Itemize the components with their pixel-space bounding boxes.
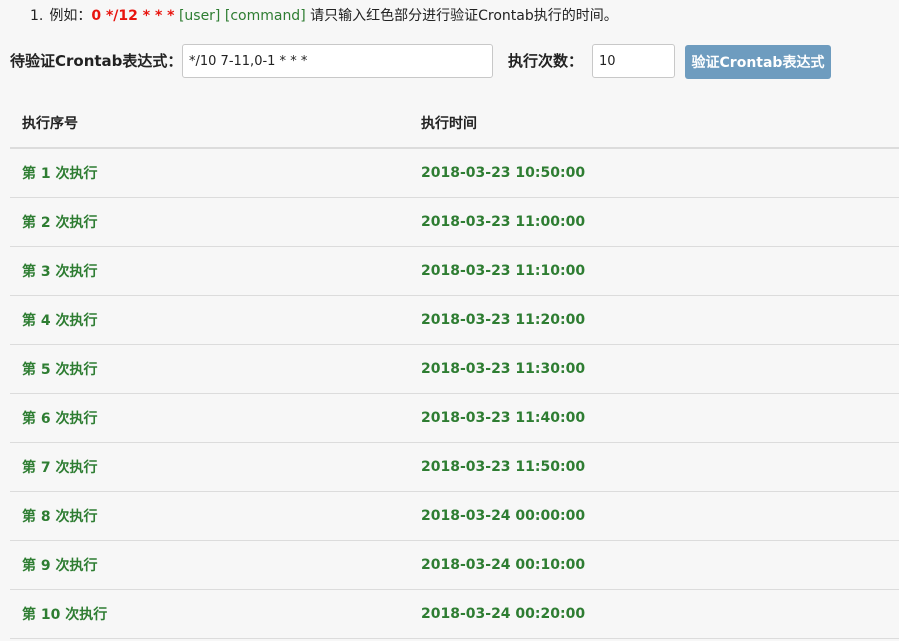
table-row: 第 5 次执行 2018-03-23 11:30:00 [10,344,899,394]
row-sequence: 第 9 次执行 [10,540,409,590]
row-time: 2018-03-23 11:10:00 [409,246,899,296]
table-row: 第 8 次执行 2018-03-24 00:00:00 [10,491,899,541]
row-time: 2018-03-23 10:50:00 [409,148,899,198]
row-time: 2018-03-24 00:00:00 [409,491,899,541]
table-row: 第 3 次执行 2018-03-23 11:10:00 [10,246,899,296]
hint-user: [user] [178,8,221,24]
table-row: 第 9 次执行 2018-03-24 00:10:00 [10,540,899,590]
expression-label: 待验证Crontab表达式： [10,52,183,70]
validate-crontab-button[interactable]: 验证Crontab表达式 [685,45,831,79]
row-sequence: 第 2 次执行 [10,197,409,247]
execution-count-label: 执行次数： [508,52,584,70]
row-sequence: 第 10 次执行 [10,589,409,639]
row-time: 2018-03-24 00:10:00 [409,540,899,590]
crontab-validator-page: 1. 例如：0 */12 * * * [user] [command] 请只输入红… [0,0,899,641]
row-time: 2018-03-23 11:50:00 [409,442,899,492]
hint-suffix: 请只输入红色部分进行验证Crontab执行的时间。 [310,8,618,24]
validate-form: 待验证Crontab表达式： 执行次数： 验证Crontab表达式 [10,44,890,80]
example-hint: 1. 例如：0 */12 * * * [user] [command] 请只输入红… [30,5,618,27]
table-row: 第 1 次执行 2018-03-23 10:50:00 [10,148,899,198]
row-time: 2018-03-23 11:30:00 [409,344,899,394]
row-time: 2018-03-24 00:20:00 [409,589,899,639]
table-row: 第 7 次执行 2018-03-23 11:50:00 [10,442,899,492]
column-header-time: 执行时间 [409,99,899,149]
crontab-expression-input[interactable] [182,44,493,78]
row-sequence: 第 4 次执行 [10,295,409,345]
table-row: 第 4 次执行 2018-03-23 11:20:00 [10,295,899,345]
row-sequence: 第 8 次执行 [10,491,409,541]
hint-command: [command] [224,8,306,24]
table-header-row: 执行序号 执行时间 [10,99,899,149]
row-time: 2018-03-23 11:40:00 [409,393,899,443]
execution-count-input[interactable] [592,44,675,78]
row-sequence: 第 6 次执行 [10,393,409,443]
results-table: 执行序号 执行时间 第 1 次执行 2018-03-23 10:50:00 第 … [10,99,899,639]
table-row: 第 2 次执行 2018-03-23 11:00:00 [10,197,899,247]
row-time: 2018-03-23 11:00:00 [409,197,899,247]
table-row: 第 10 次执行 2018-03-24 00:20:00 [10,589,899,639]
row-sequence: 第 5 次执行 [10,344,409,394]
hint-red-expression: 0 */12 * * * [91,8,175,24]
hint-number: 1. [30,8,44,24]
row-sequence: 第 3 次执行 [10,246,409,296]
row-sequence: 第 7 次执行 [10,442,409,492]
hint-prefix: 例如： [49,8,92,24]
row-time: 2018-03-23 11:20:00 [409,295,899,345]
row-sequence: 第 1 次执行 [10,148,409,198]
column-header-sequence: 执行序号 [10,99,409,149]
table-row: 第 6 次执行 2018-03-23 11:40:00 [10,393,899,443]
